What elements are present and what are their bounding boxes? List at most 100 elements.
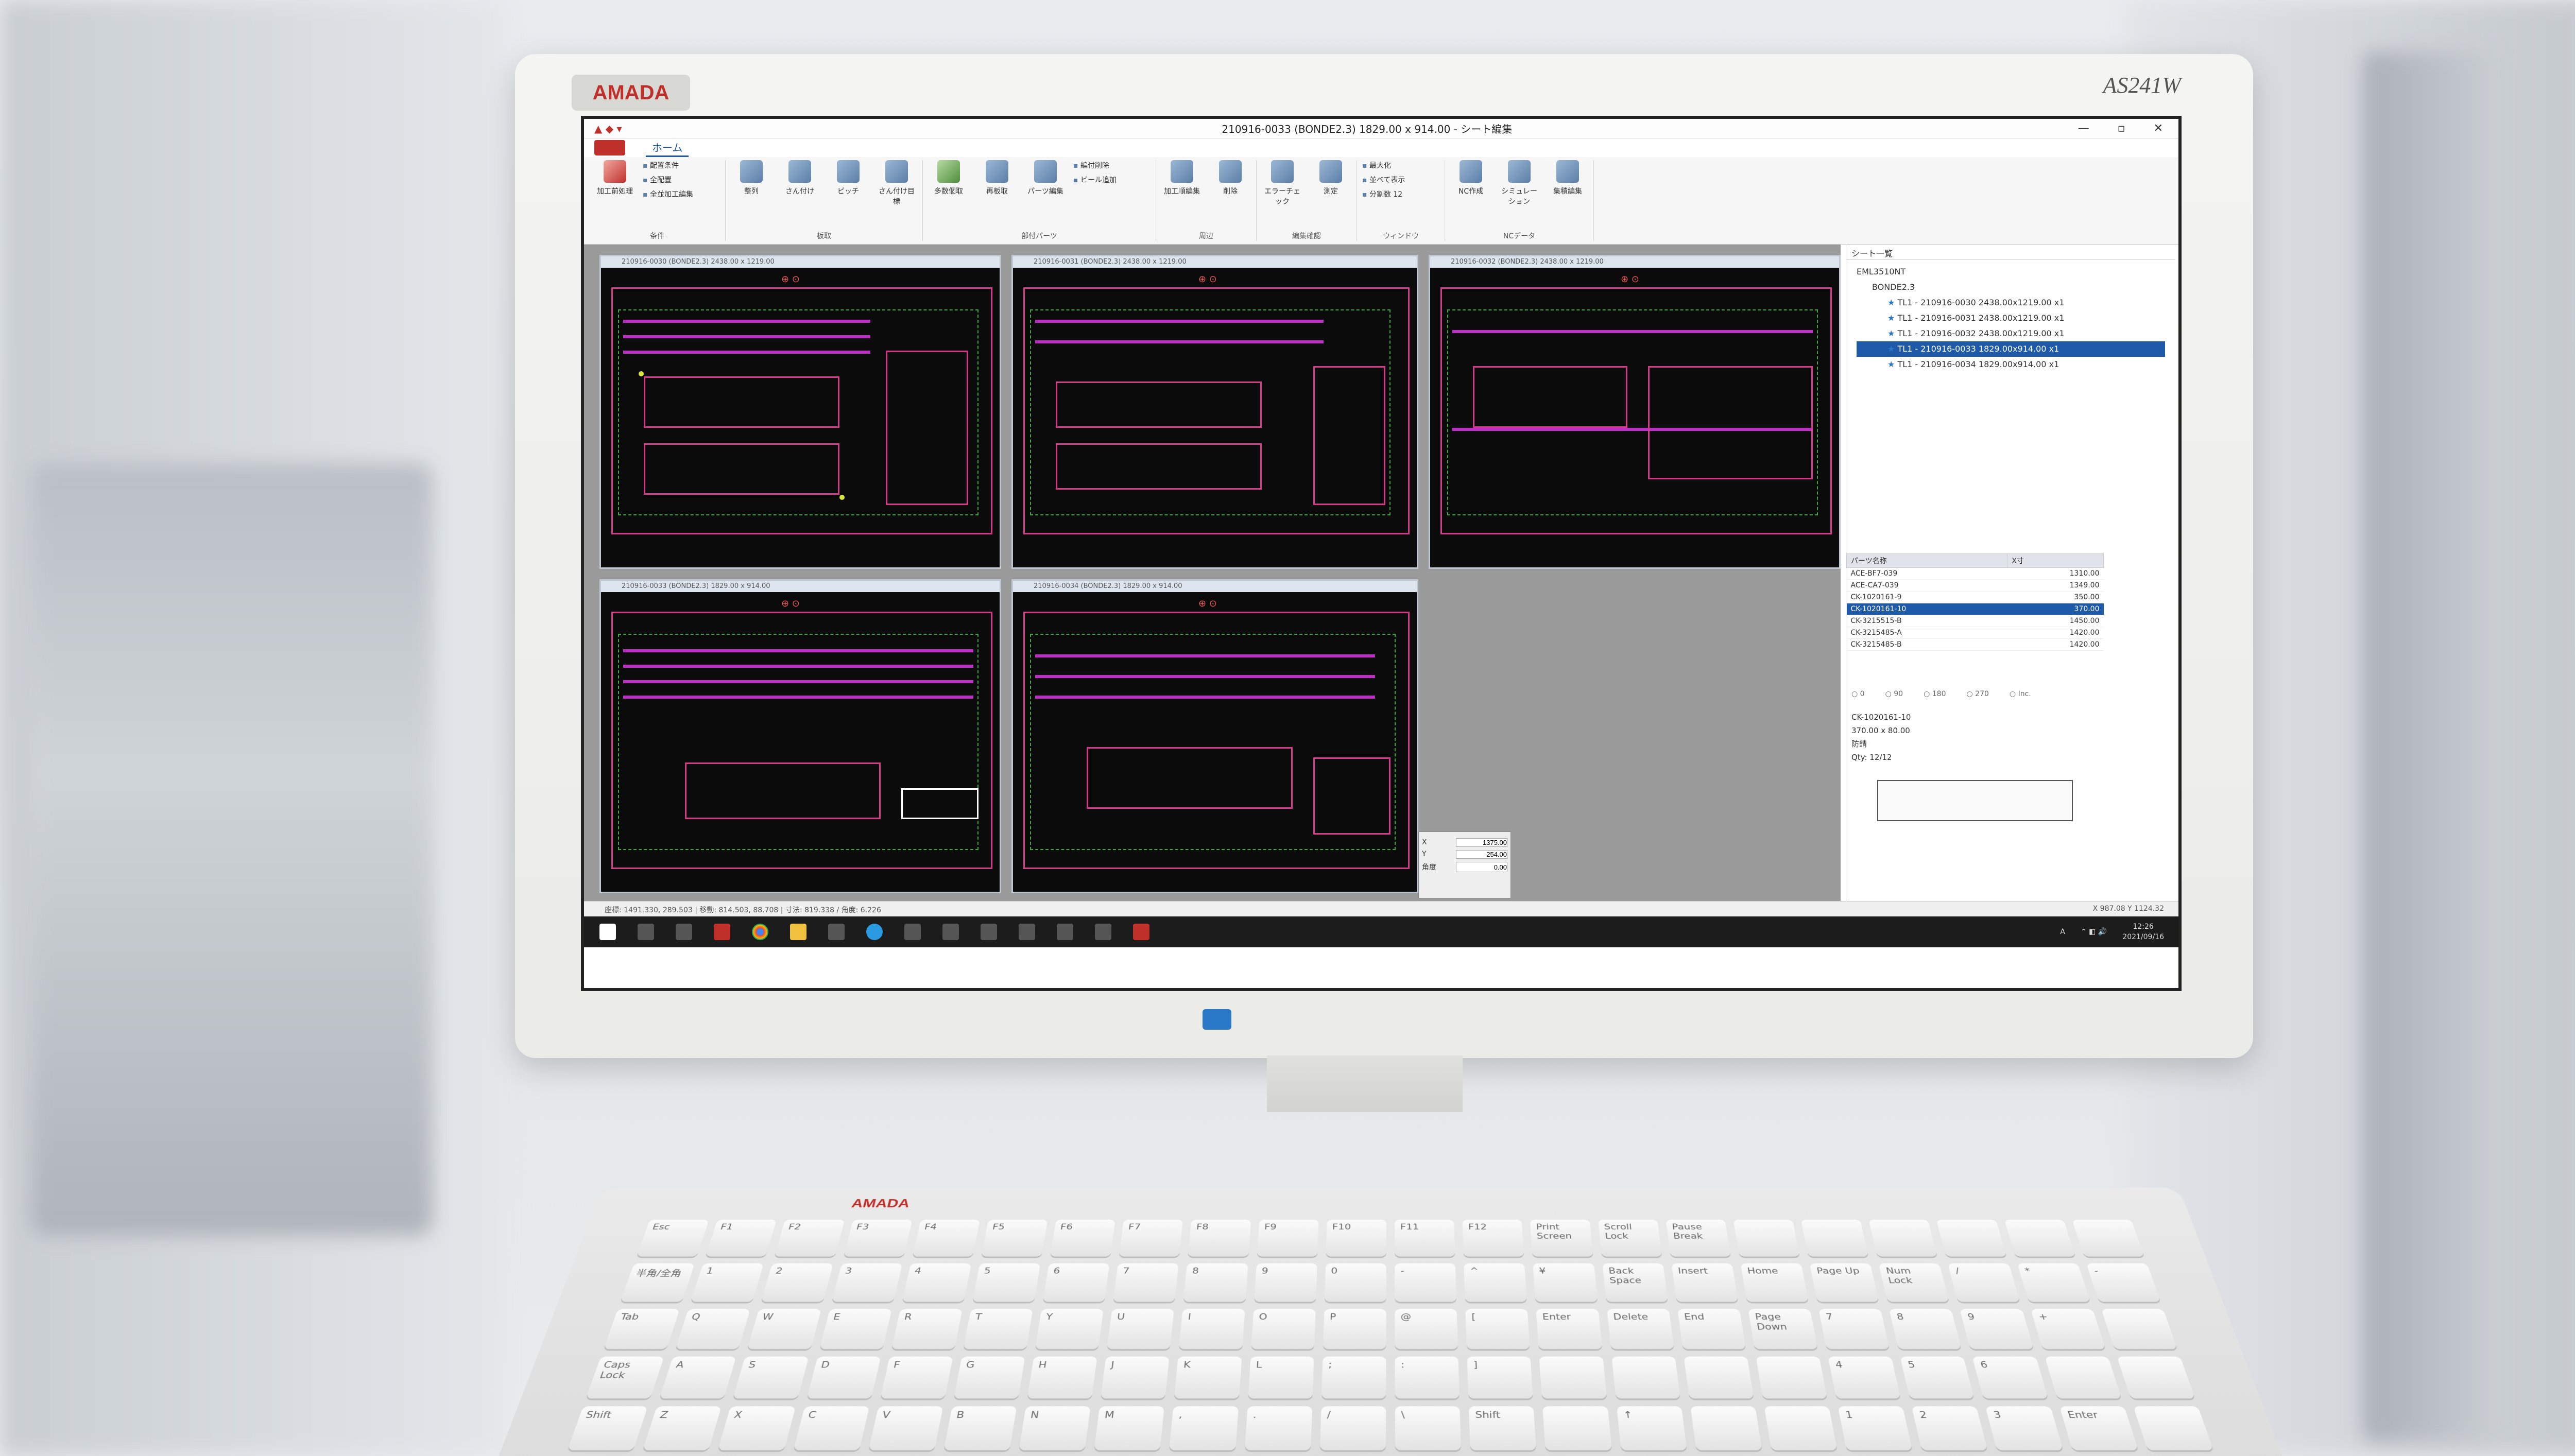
language-indicator[interactable]: A — [2060, 928, 2065, 936]
application-menu-button[interactable] — [594, 140, 625, 155]
keyboard-key[interactable]: ¥ — [1533, 1263, 1598, 1302]
keyboard-key[interactable]: 6 — [1972, 1356, 2048, 1399]
keyboard-key[interactable] — [1690, 1406, 1762, 1450]
keyboard-key[interactable]: F5 — [981, 1219, 1048, 1257]
keyboard-key[interactable]: Home — [1740, 1263, 1809, 1302]
keyboard-key[interactable]: F4 — [912, 1219, 981, 1257]
keyboard-key[interactable]: O — [1251, 1309, 1316, 1349]
keyboard-key[interactable]: Scroll Lock — [1598, 1219, 1662, 1257]
keyboard-key[interactable]: I — [1179, 1309, 1245, 1349]
keyboard-key[interactable]: S — [733, 1356, 809, 1399]
keyboard-key[interactable]: Esc — [637, 1219, 710, 1257]
app-icon[interactable] — [1095, 924, 1111, 940]
keyboard-key[interactable]: Print Screen — [1530, 1219, 1593, 1257]
keyboard-key[interactable]: Num Lock — [1879, 1263, 1950, 1302]
keyboard-key[interactable]: Shift — [1469, 1406, 1537, 1450]
keyboard-key[interactable] — [1800, 1219, 1869, 1257]
keyboard-key[interactable]: F7 — [1119, 1219, 1183, 1257]
tree-sheet-item-selected[interactable]: TL1 - 210916-0033 1829.00x914.00 x1 — [1857, 341, 2165, 357]
keyboard-key[interactable]: 3 — [1985, 1406, 2063, 1450]
keyboard-key[interactable]: F3 — [843, 1219, 913, 1257]
rotation-radio[interactable]: 90 — [1885, 690, 1903, 698]
task-view-icon[interactable] — [676, 924, 692, 940]
zoom-icon[interactable]: ⊕ ⊙ — [781, 274, 800, 285]
keyboard-key[interactable]: 4 — [902, 1263, 972, 1302]
keyboard-key[interactable]: / — [1319, 1406, 1386, 1450]
app-icon[interactable] — [981, 924, 997, 940]
keyboard-key[interactable]: V — [868, 1406, 943, 1450]
collect-edit-button[interactable]: 集積編集 — [1547, 160, 1588, 196]
keyboard-key[interactable]: - — [1395, 1263, 1457, 1302]
keyboard-key[interactable] — [2045, 1356, 2122, 1399]
keyboard-key[interactable] — [1868, 1219, 1938, 1257]
zoom-icon[interactable]: ⊕ ⊙ — [1198, 598, 1217, 609]
keyboard-key[interactable] — [1611, 1356, 1680, 1399]
table-row[interactable]: CK-1020161-9 350.00 — [1846, 591, 2104, 603]
y-input[interactable] — [1456, 850, 1507, 859]
close-button[interactable]: ✕ — [2154, 122, 2163, 135]
align-button[interactable]: 整列 — [731, 160, 772, 196]
keyboard-key[interactable]: 2 — [1911, 1406, 1988, 1450]
keyboard-key[interactable]: Q — [675, 1309, 751, 1349]
app-icon[interactable] — [828, 924, 845, 940]
zoom-icon[interactable]: ⊕ ⊙ — [1198, 274, 1217, 285]
keyboard-key[interactable]: T — [963, 1309, 1033, 1349]
part-edit-button[interactable]: パーツ編集 — [1025, 160, 1066, 196]
simulation-button[interactable]: シミュレーション — [1499, 160, 1540, 206]
keyboard-key[interactable] — [2004, 1219, 2076, 1257]
quick-access-icon[interactable]: ▲ ◆ ▾ — [584, 123, 656, 135]
tab-sheet-list[interactable]: シート一覧 — [1846, 245, 2175, 260]
add-peel-item[interactable]: ピール追加 — [1073, 175, 1151, 185]
keyboard-key[interactable]: Y — [1035, 1309, 1104, 1349]
keyboard-key[interactable]: 5 — [1900, 1356, 1975, 1399]
power-button[interactable] — [1203, 1009, 1231, 1030]
keyboard-key[interactable] — [1936, 1219, 2007, 1257]
keyboard-key[interactable]: Pause Break — [1665, 1219, 1731, 1257]
tile-item[interactable]: 並べて表示 — [1362, 175, 1439, 185]
keyboard-key[interactable] — [1539, 1356, 1607, 1399]
selected-part-outline[interactable] — [901, 788, 978, 819]
keyboard-key[interactable]: 2 — [761, 1263, 833, 1302]
renest-button[interactable]: 再板取 — [976, 160, 1018, 196]
chrome-icon[interactable] — [752, 924, 768, 940]
maximize-button[interactable]: ▫ — [2118, 122, 2125, 135]
pitch-button[interactable]: ピッチ — [828, 160, 869, 196]
keyboard-key[interactable]: J — [1101, 1356, 1170, 1399]
tree-material[interactable]: BONDE2.3 — [1857, 280, 2165, 295]
table-row[interactable]: CK-3215485-A 1420.00 — [1846, 627, 2104, 639]
tree-sheet-item[interactable]: TL1 - 210916-0034 1829.00x914.00 x1 — [1857, 357, 2165, 372]
sheet-window[interactable]: 210916-0032 (BONDE2.3) 2438.00 x 1219.00… — [1429, 255, 1841, 569]
column-header[interactable]: パーツ名称 — [1846, 553, 2008, 568]
keyboard-key[interactable]: A — [659, 1356, 736, 1399]
keyboard-key[interactable]: U — [1107, 1309, 1175, 1349]
keyboard-key[interactable]: L — [1248, 1356, 1314, 1399]
keyboard-key[interactable]: 7 — [1113, 1263, 1179, 1302]
keyboard-key[interactable]: E — [819, 1309, 892, 1349]
edge-icon[interactable] — [866, 924, 883, 940]
windows-start-icon[interactable] — [599, 924, 616, 940]
app-icon[interactable] — [1019, 924, 1035, 940]
keyboard-key[interactable]: ^ — [1464, 1263, 1527, 1302]
keyboard-key[interactable]: ↑ — [1616, 1406, 1687, 1450]
keyboard-key[interactable]: G — [953, 1356, 1025, 1399]
keyboard-key[interactable]: D — [806, 1356, 881, 1399]
keyboard-key[interactable]: Caps Lock — [586, 1356, 664, 1399]
folder-icon[interactable] — [790, 924, 806, 940]
keyboard-key[interactable]: Shift — [567, 1406, 648, 1450]
tray-icons[interactable]: ⌃ ◧ 🔊 — [2081, 928, 2107, 936]
keyboard-key[interactable]: W — [747, 1309, 821, 1349]
tab-home[interactable]: ホーム — [646, 138, 689, 157]
keyboard-key[interactable]: ] — [1467, 1356, 1533, 1399]
sheet-window-active[interactable]: 210916-0033 (BONDE2.3) 1829.00 x 914.00 … — [599, 579, 1001, 893]
keyboard-key[interactable]: \ — [1395, 1406, 1462, 1450]
table-row-selected[interactable]: CK-1020161-10 370.00 — [1846, 603, 2104, 615]
keyboard-key[interactable]: 5 — [972, 1263, 1041, 1302]
keyboard-key[interactable]: Enter — [2059, 1406, 2139, 1450]
keyboard-key[interactable]: 4 — [1828, 1356, 1901, 1399]
clock[interactable]: 12:26 2021/09/16 — [2122, 922, 2164, 942]
keyboard-key[interactable]: 半角/全角 — [620, 1263, 695, 1302]
keyboard-key[interactable]: R — [891, 1309, 963, 1349]
keyboard-key[interactable]: : — [1395, 1356, 1460, 1399]
keyboard-key[interactable] — [1684, 1356, 1754, 1399]
keyboard-key[interactable]: Page Down — [1748, 1309, 1818, 1349]
